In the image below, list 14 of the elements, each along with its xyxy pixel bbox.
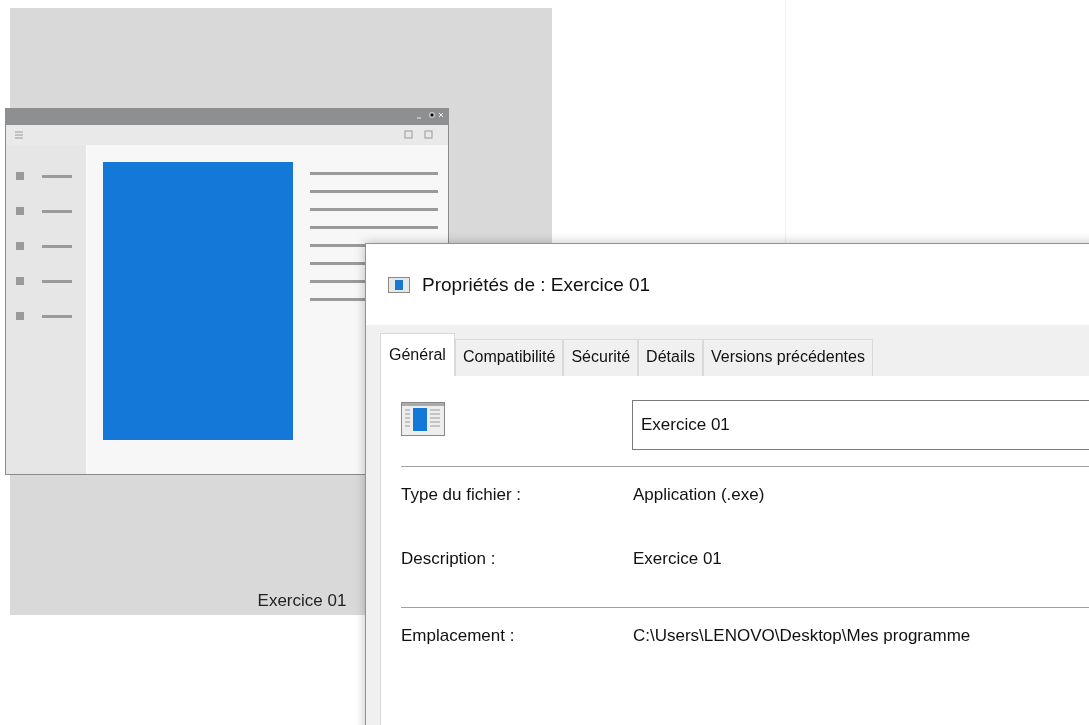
tab[interactable]: Compatibilité [454, 339, 564, 376]
application-icon [401, 402, 445, 436]
tab[interactable]: Versions précédentes [703, 339, 873, 376]
property-label: Type du fichier : [401, 485, 522, 505]
tab[interactable]: Général [380, 333, 455, 376]
window-icon [388, 276, 410, 293]
property-label: Description : [401, 549, 497, 569]
property-value: Application (.exe) [633, 485, 765, 505]
property-value: Exercice 01 [633, 549, 722, 569]
property-label: Emplacement : [401, 626, 516, 646]
property-value: C:\Users\LENOVO\Desktop\Mes programme [633, 626, 971, 646]
tab[interactable]: Sécurité [563, 339, 639, 376]
name-field[interactable]: Exercice 01 [632, 400, 1089, 450]
tab[interactable]: Détails [638, 339, 703, 376]
